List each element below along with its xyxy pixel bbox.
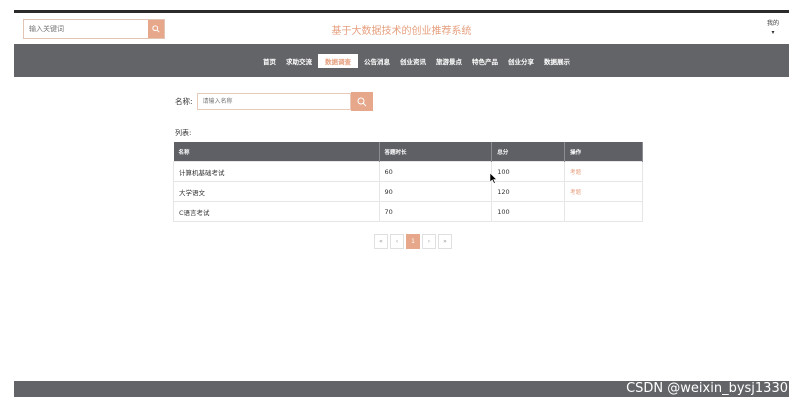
filter-bar: 名称: [175,92,373,111]
view-questions-link[interactable]: 考题 [570,170,581,176]
nav-item-2[interactable]: 数据调查 [318,53,358,68]
main-nav: 首页 求助交流 数据调查 公告消息 创业资讯 旅游景点 特色产品 创业分享 数据展示 [14,44,789,77]
nav-item-6[interactable]: 特色产品 [468,54,502,68]
cell-action: 考题 [564,161,643,182]
column-header-action: 操作 [564,142,643,162]
list-label: 列表: [175,129,192,137]
watermark: CSDN @weixin_bysj1330 [626,381,788,396]
table-row: C语言考试 70 100 [173,201,643,222]
user-menu-label: 我的 [766,20,779,27]
cell-duration: 60 [378,161,493,182]
cell-action: 考题 [564,181,643,202]
cell-score: 100 [491,161,566,182]
name-filter-input[interactable] [196,93,351,110]
nav-item-3[interactable]: 公告消息 [360,54,394,68]
search-icon [357,97,366,106]
pagination: « ‹ 1 › » [374,234,452,249]
nav-item-5[interactable]: 旅游景点 [432,54,466,68]
nav-item-0[interactable]: 首页 [259,54,280,68]
table-row: 大学语文 90 120 考题 [173,181,643,202]
next-page-button[interactable]: › [422,234,436,249]
cell-score: 100 [491,201,566,222]
cell-action [564,201,643,222]
chevron-down-icon: ▾ [771,29,775,36]
table-header-row: 名称 答题时长 总分 操作 [173,142,643,162]
column-header-score: 总分 [491,142,566,162]
mouse-cursor-icon [490,173,498,184]
filter-search-button[interactable] [350,92,373,111]
header: 基于大数据技术的创业推荐系统 我的 ▾ [14,13,789,44]
cell-duration: 70 [378,201,493,222]
nav-item-4[interactable]: 创业资讯 [396,54,430,68]
nav-item-7[interactable]: 创业分享 [504,54,538,68]
last-page-button[interactable]: » [438,234,452,249]
column-header-name: 名称 [173,142,380,162]
site-title: 基于大数据技术的创业推荐系统 [331,26,472,37]
data-table: 名称 答题时长 总分 操作 计算机基础考试 60 100 考题 大学语文 90 … [173,142,643,222]
table-row: 计算机基础考试 60 100 考题 [173,161,643,182]
nav-item-8[interactable]: 数据展示 [540,54,574,68]
cell-name: C语言考试 [173,201,380,222]
view-questions-link[interactable]: 考题 [570,190,581,196]
cell-name: 计算机基础考试 [173,161,380,182]
cell-duration: 90 [378,181,493,202]
cell-score: 120 [491,181,566,202]
prev-page-button[interactable]: ‹ [390,234,404,249]
column-header-duration: 答题时长 [379,142,493,162]
nav-items: 首页 求助交流 数据调查 公告消息 创业资讯 旅游景点 特色产品 创业分享 数据展示 [14,44,789,77]
first-page-button[interactable]: « [374,234,388,249]
cell-name: 大学语文 [173,181,380,202]
page-1-button[interactable]: 1 [406,234,420,249]
filter-label: 名称: [175,97,193,106]
nav-item-1[interactable]: 求助交流 [282,54,316,68]
user-menu[interactable]: 我的 ▾ [767,19,779,37]
